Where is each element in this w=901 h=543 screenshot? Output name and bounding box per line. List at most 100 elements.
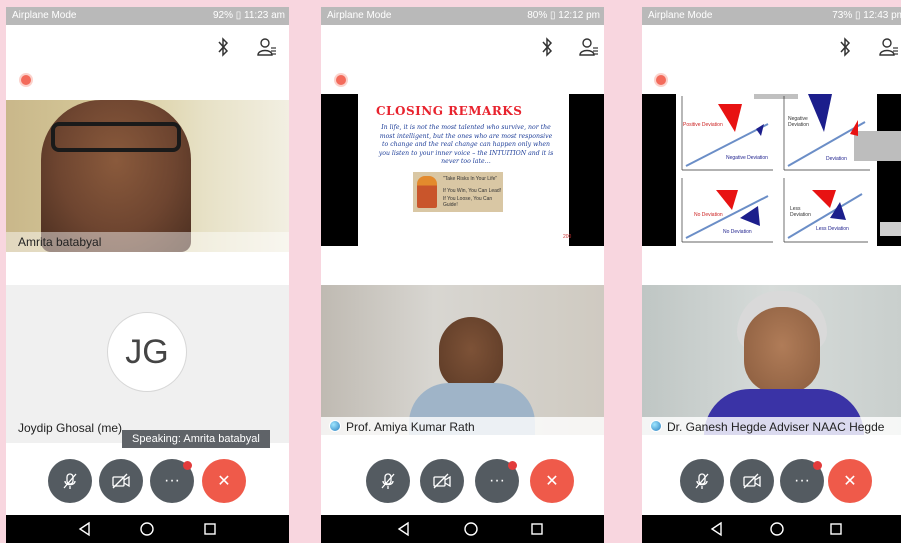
shared-screen[interactable]: CLOSING REMARKS In life, it is not the m… <box>321 94 604 246</box>
participants-icon[interactable] <box>579 37 599 57</box>
overlay-box-small <box>880 222 901 236</box>
end-call-button[interactable]: ✕ <box>530 459 574 503</box>
slide-title: CLOSING REMARKS <box>376 104 523 118</box>
glasses <box>51 122 181 152</box>
back-icon[interactable] <box>395 520 413 538</box>
app-bar <box>321 25 604 73</box>
app-bar <box>6 25 289 73</box>
more-icon: ··· <box>794 472 810 489</box>
android-nav-bar <box>321 515 604 543</box>
participant-video <box>744 307 820 393</box>
mute-button[interactable] <box>366 459 410 503</box>
video-toggle-button[interactable] <box>420 459 464 503</box>
status-bar: Airplane Mode 92% ▯ 11:23 am <box>6 7 289 25</box>
speaker-figure <box>417 176 437 208</box>
diagram-label: Less Deviation <box>790 206 811 218</box>
mute-button[interactable] <box>48 459 92 503</box>
slide-right-bar <box>569 94 604 246</box>
recording-indicator <box>19 73 33 87</box>
back-icon[interactable] <box>76 520 94 538</box>
video-tile-amrita[interactable]: Amrita batabyal <box>6 100 289 252</box>
video-off-icon <box>433 473 451 489</box>
bluetooth-icon[interactable] <box>540 37 554 57</box>
android-nav-bar <box>642 515 901 543</box>
status-right: 80% ▯ 12:12 pm <box>527 10 600 21</box>
bluetooth-icon[interactable] <box>216 37 230 57</box>
video-tile-ganesh[interactable]: Dr. Ganesh Hegde Adviser NAAC Hegde <box>642 285 901 435</box>
status-right: 92% ▯ 11:23 am <box>212 10 285 21</box>
recents-icon[interactable] <box>201 520 219 538</box>
status-bar: Airplane Mode 80% ▯ 12:12 pm <box>321 7 604 25</box>
end-call-button[interactable]: ✕ <box>828 459 872 503</box>
status-left: Airplane Mode <box>648 10 713 21</box>
slide-left-bar <box>321 94 358 246</box>
home-icon[interactable] <box>138 520 156 538</box>
deviation-diagram <box>681 94 870 243</box>
slide-page-number: 200 <box>563 234 572 240</box>
phone-screen-2: Airplane Mode 80% ▯ 12:12 pm CLOSING REM… <box>321 7 604 543</box>
more-icon: ··· <box>164 472 180 489</box>
video-off-icon <box>743 473 761 489</box>
notification-badge <box>813 461 822 470</box>
diagram-label: Positive Deviation <box>683 122 723 128</box>
avatar: JG <box>107 312 187 392</box>
participant-name: Dr. Ganesh Hegde Adviser NAAC Hegde <box>667 420 885 434</box>
video-toggle-button[interactable] <box>730 459 774 503</box>
home-icon[interactable] <box>462 520 480 538</box>
call-controls: ··· ✕ <box>642 459 901 505</box>
close-icon: ✕ <box>843 473 857 490</box>
more-options-button[interactable]: ··· <box>150 459 194 503</box>
participant-video <box>439 317 503 389</box>
more-options-button[interactable]: ··· <box>780 459 824 503</box>
status-left: Airplane Mode <box>12 10 77 21</box>
recording-indicator <box>654 73 668 87</box>
quote-line-1: "Take Risks In Your Life" <box>443 176 498 182</box>
quote-line-3: If You Loose, You Can Guide! <box>443 196 493 208</box>
diagram-label: Deviation <box>826 156 847 162</box>
diagram-label: No Deviation <box>694 212 723 218</box>
notification-badge <box>508 461 517 470</box>
status-left: Airplane Mode <box>327 10 392 21</box>
recording-indicator <box>334 73 348 87</box>
close-icon: ✕ <box>217 473 231 490</box>
shared-screen[interactable]: Positive Deviation Negative Deviation Ne… <box>642 94 901 246</box>
video-tile-amiya[interactable]: Prof. Amiya Kumar Rath <box>321 285 604 435</box>
mic-off-icon <box>695 473 709 489</box>
phone-screen-1: Airplane Mode 92% ▯ 11:23 am Amrita bata… <box>6 7 289 543</box>
slide-left-bar <box>642 94 676 246</box>
participants-icon[interactable] <box>879 37 899 57</box>
video-tile-joydip[interactable]: JG Joydip Ghosal (me) <box>6 285 289 443</box>
quote-image: "Take Risks In Your Life" If You Win, Yo… <box>413 172 503 212</box>
participants-icon[interactable] <box>257 37 277 57</box>
participant-name: Amrita batabyal <box>6 232 289 252</box>
mic-off-icon <box>63 473 77 489</box>
recents-icon[interactable] <box>827 520 845 538</box>
slide-body: In life, it is not the most talented who… <box>378 124 554 165</box>
android-nav-bar <box>6 515 289 543</box>
end-call-button[interactable]: ✕ <box>202 459 246 503</box>
diagram-label: No Deviation <box>723 229 752 235</box>
participant-name-bar: Dr. Ganesh Hegde Adviser NAAC Hegde <box>642 417 901 435</box>
mute-button[interactable] <box>680 459 724 503</box>
status-bar: Airplane Mode 73% ▯ 12:43 pm <box>642 7 901 25</box>
active-speaker-icon <box>329 420 341 432</box>
quote-line-2: If You Win, You Can Lead! <box>443 188 502 194</box>
home-icon[interactable] <box>768 520 786 538</box>
diagram-label: Less Deviation <box>816 226 849 232</box>
recents-icon[interactable] <box>528 520 546 538</box>
notification-badge <box>183 461 192 470</box>
call-controls: ··· ✕ <box>6 459 289 505</box>
video-toggle-button[interactable] <box>99 459 143 503</box>
back-icon[interactable] <box>708 520 726 538</box>
active-speaker-icon <box>650 420 662 432</box>
more-options-button[interactable]: ··· <box>475 459 519 503</box>
status-right: 73% ▯ 12:43 pm <box>832 10 901 21</box>
speaking-toast: Speaking: Amrita batabyal <box>122 430 270 448</box>
participant-name-bar: Prof. Amiya Kumar Rath <box>321 417 604 435</box>
more-icon: ··· <box>489 472 505 489</box>
close-icon: ✕ <box>545 473 559 490</box>
bluetooth-icon[interactable] <box>838 37 852 57</box>
participant-name: Prof. Amiya Kumar Rath <box>346 420 475 434</box>
app-bar <box>642 25 901 73</box>
call-controls: ··· ✕ <box>321 459 604 505</box>
